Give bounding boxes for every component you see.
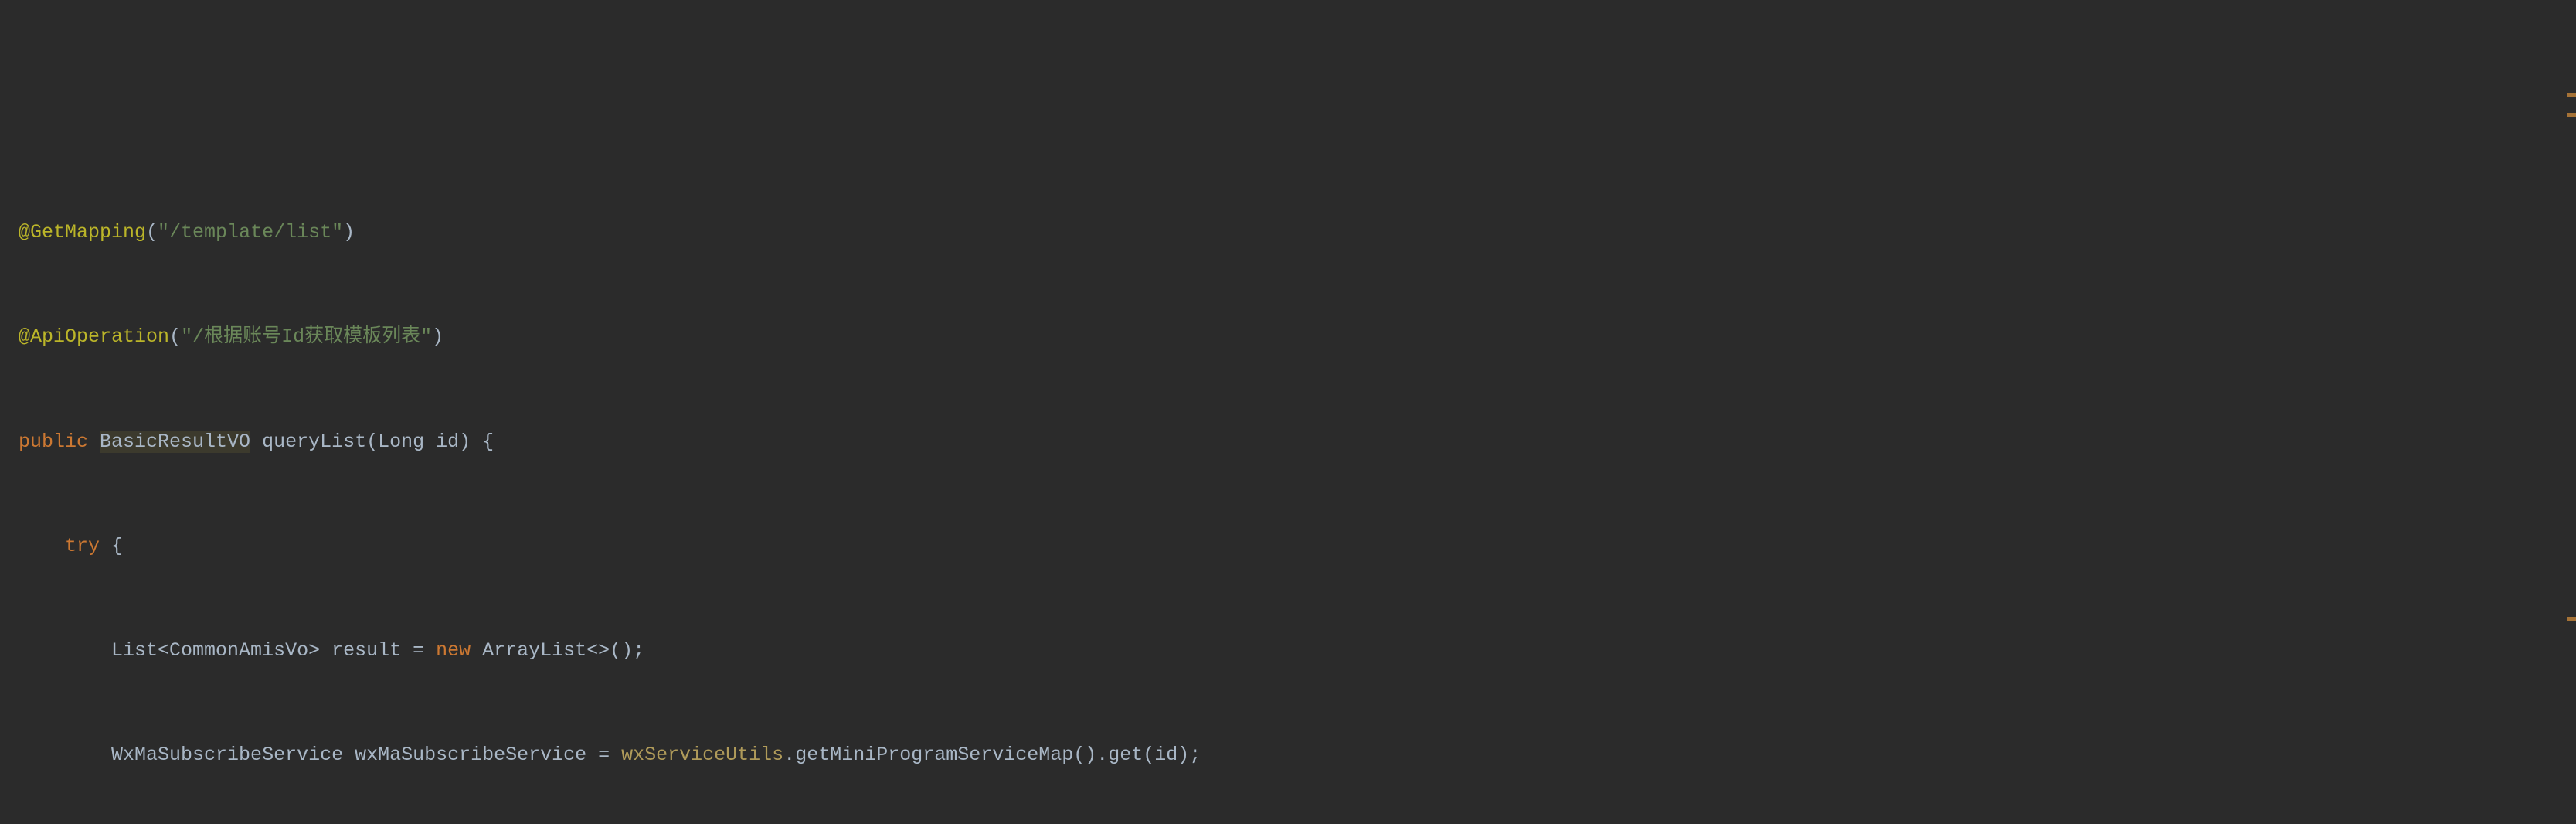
- keyword: public: [19, 431, 100, 453]
- gutter-marker: [2567, 93, 2576, 97]
- gutter-marker: [2567, 113, 2576, 117]
- keyword: try: [65, 535, 111, 557]
- punct: (: [169, 325, 181, 348]
- keyword: new: [436, 639, 482, 662]
- code-text: ArrayList<>();: [482, 639, 644, 662]
- code-line[interactable]: @ApiOperation("/根据账号Id获取模板列表"): [19, 324, 2576, 350]
- punct: (: [146, 221, 158, 243]
- string-literal: "/根据账号Id获取模板列表": [181, 325, 432, 348]
- gutter-marker: [2567, 617, 2576, 621]
- code-editor[interactable]: @GetMapping("/template/list") @ApiOperat…: [0, 0, 2576, 824]
- annotation: @ApiOperation: [19, 325, 169, 348]
- field-ref: wxServiceUtils: [621, 744, 783, 766]
- code-line[interactable]: public BasicResultVO queryList(Long id) …: [19, 429, 2576, 455]
- punct: ): [343, 221, 355, 243]
- punct: ): [432, 325, 443, 348]
- code-line[interactable]: try {: [19, 533, 2576, 560]
- code-line[interactable]: @GetMapping("/template/list"): [19, 220, 2576, 246]
- method-signature: queryList(Long id) {: [250, 431, 494, 453]
- brace: {: [111, 535, 123, 557]
- code-text: WxMaSubscribeService wxMaSubscribeServic…: [111, 744, 621, 766]
- return-type: BasicResultVO: [100, 431, 250, 453]
- string-literal: "/template/list": [158, 221, 343, 243]
- code-text: .getMiniProgramServiceMap().get(id);: [783, 744, 1201, 766]
- indent: [19, 535, 65, 557]
- annotation: @GetMapping: [19, 221, 146, 243]
- code-line[interactable]: WxMaSubscribeService wxMaSubscribeServic…: [19, 742, 2576, 768]
- code-line[interactable]: List<CommonAmisVo> result = new ArrayLis…: [19, 638, 2576, 664]
- indent: [19, 639, 111, 662]
- indent: [19, 744, 111, 766]
- code-text: List<CommonAmisVo> result =: [111, 639, 436, 662]
